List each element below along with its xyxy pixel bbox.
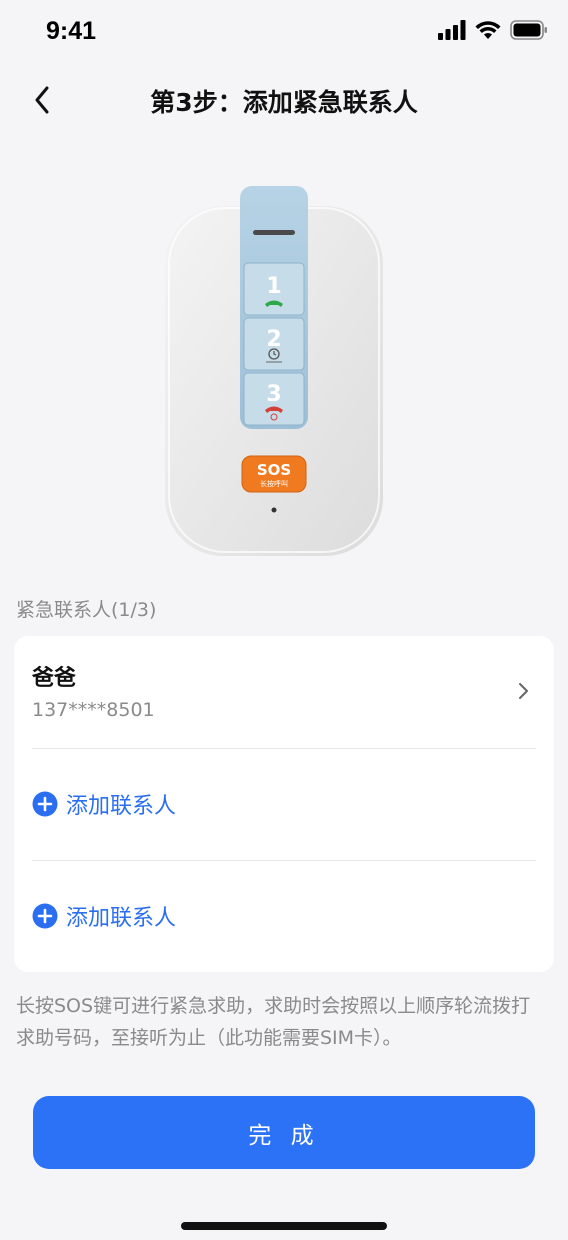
add-contact-button[interactable]: 添加联系人 [32, 748, 176, 860]
svg-text:SOS: SOS [257, 461, 291, 479]
svg-text:1: 1 [266, 274, 281, 299]
device-image: 1 2 3 SOS 长按呼叫 [165, 186, 383, 556]
status-time: 9:41 [46, 17, 97, 45]
signal-icon [438, 20, 466, 40]
home-indicator [181, 1222, 387, 1230]
contact-name: 爸爸 [32, 666, 77, 691]
svg-text:2: 2 [266, 327, 281, 352]
contact-row[interactable]: 爸爸 137****8501 [32, 636, 536, 748]
contact-phone: 137****8501 [32, 699, 155, 721]
add-contact-label: 添加联系人 [66, 794, 177, 819]
add-contact-row[interactable]: 添加联系人 [32, 748, 536, 860]
device-illustration: 1 2 3 SOS 长按呼叫 [165, 186, 383, 556]
add-contact-label: 添加联系人 [66, 906, 177, 931]
svg-text:长按呼叫: 长按呼叫 [260, 479, 288, 488]
status-bar: 9:41 [0, 0, 568, 64]
add-contact-row[interactable]: 添加联系人 [32, 860, 536, 972]
nav-bar: 第3步：添加紧急联系人 [0, 64, 568, 136]
page-title: 第3步：添加紧急联系人 [150, 88, 418, 117]
section-label: 紧急联系人(1/3) [16, 599, 157, 621]
add-contact-button[interactable]: 添加联系人 [32, 860, 176, 972]
add-circle-icon [32, 903, 58, 929]
battery-icon [510, 20, 547, 40]
done-button[interactable]: 完 成 [33, 1096, 535, 1169]
wifi-icon [475, 21, 501, 39]
contacts-card: 爸爸 137****8501 添加联系人 添加联系人 [14, 636, 554, 972]
chevron-right-icon [519, 683, 528, 699]
status-icons [438, 20, 548, 40]
hint-text: 长按SOS键可进行紧急求助，求助时会按照以上顺序轮流拨打求助号码，至接听为止（此… [16, 995, 531, 1049]
add-circle-icon [32, 791, 58, 817]
svg-text:3: 3 [266, 382, 281, 407]
